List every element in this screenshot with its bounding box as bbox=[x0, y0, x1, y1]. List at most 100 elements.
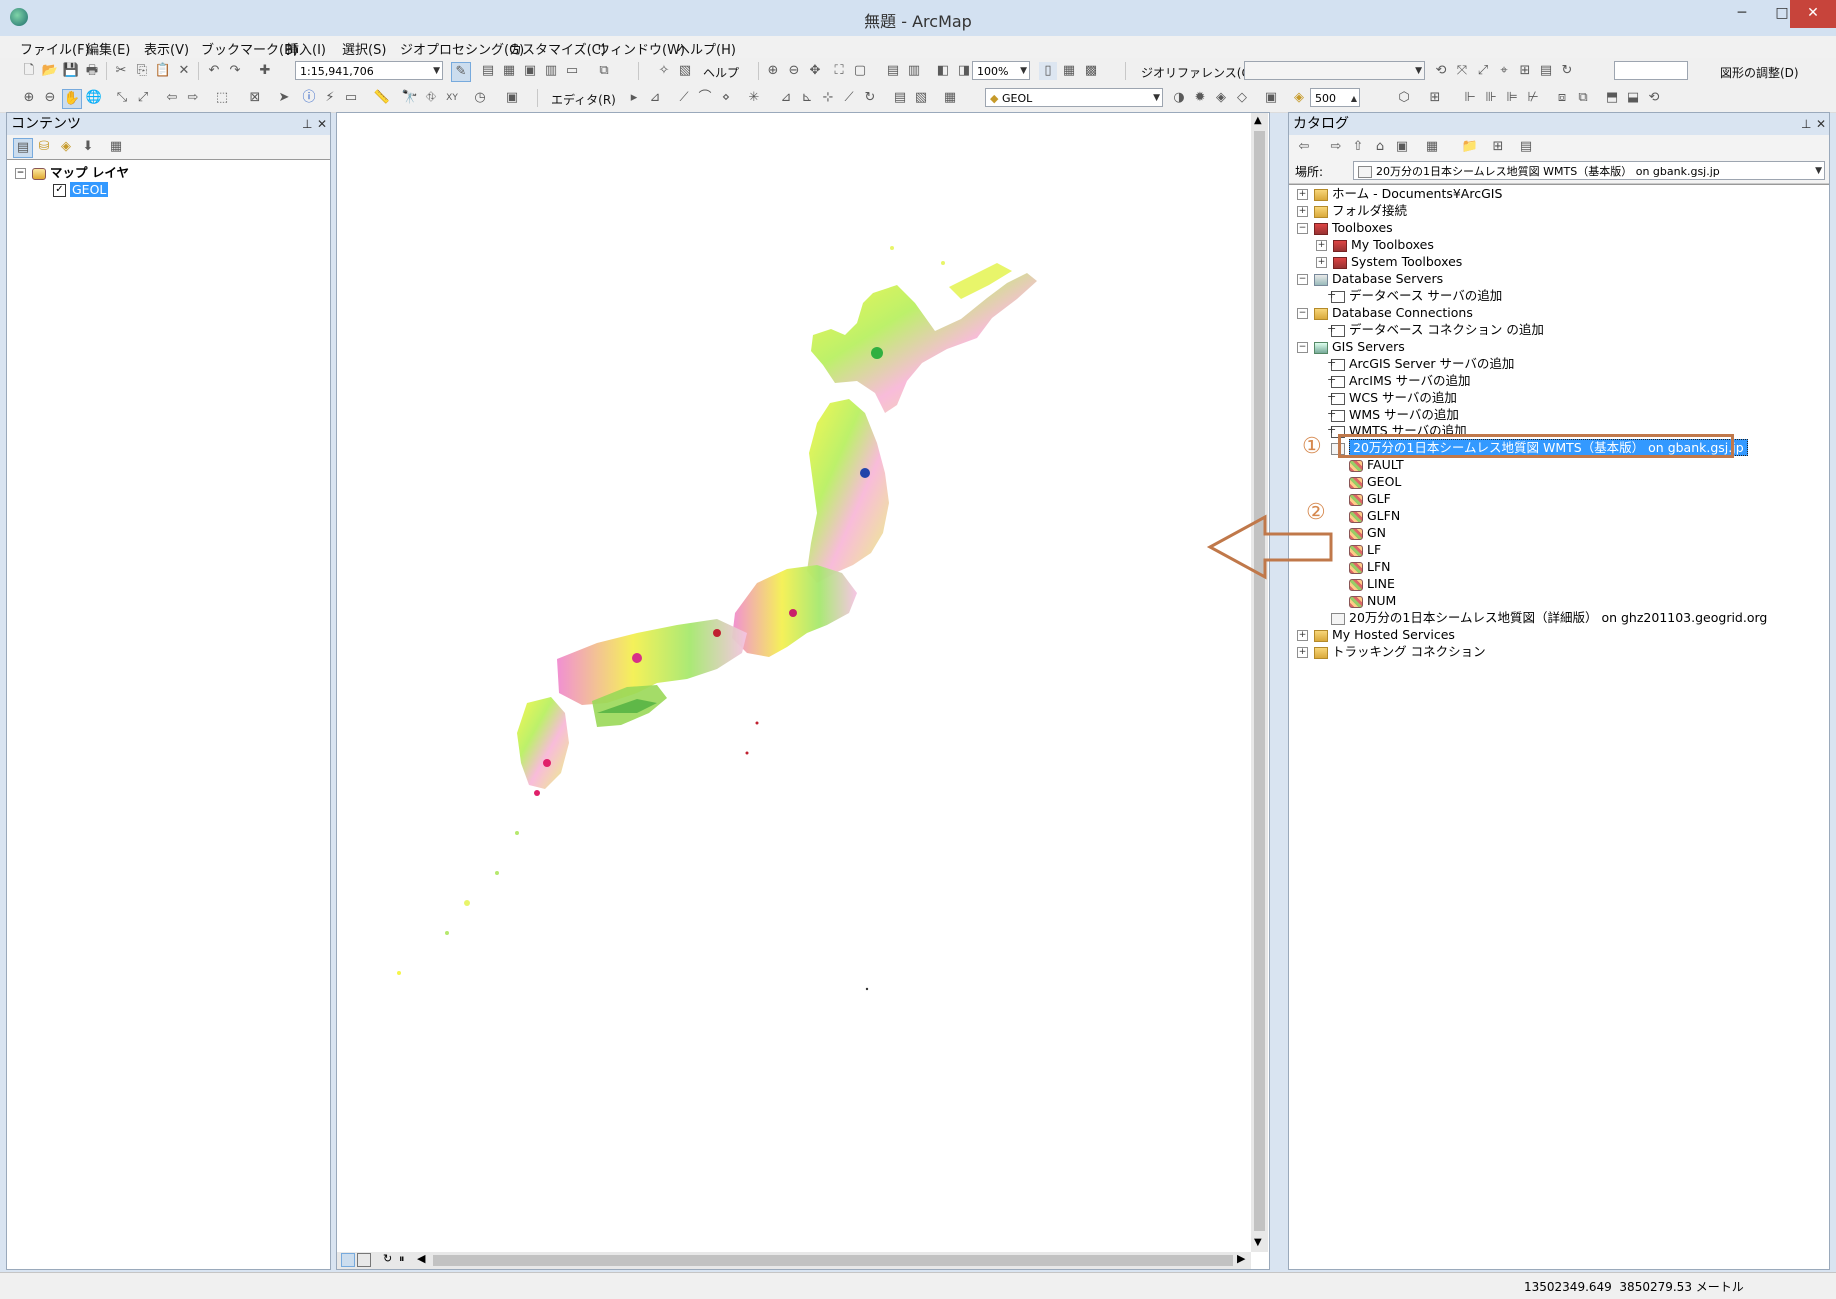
new-document-icon[interactable]: 🗋 bbox=[20, 62, 38, 80]
collapse-icon[interactable]: − bbox=[1297, 274, 1308, 285]
back-extent-icon[interactable]: ⇦ bbox=[163, 89, 181, 107]
catalog-tree-icon[interactable]: ⊞ bbox=[1489, 138, 1507, 156]
layout-zoom-whole-page-icon[interactable]: ▤ bbox=[884, 62, 902, 80]
list-by-visibility-icon[interactable]: ◈ bbox=[57, 138, 75, 156]
catalog-item-add-database-server[interactable]: データベース サーバの追加 bbox=[1327, 286, 1502, 304]
edit-tool-icon[interactable]: ▸ bbox=[625, 89, 643, 107]
layer-visibility-checkbox[interactable]: ✓ bbox=[53, 184, 66, 197]
catalog-forward-icon[interactable]: ⇨ bbox=[1327, 138, 1345, 156]
identify-help-icon[interactable]: ✧ bbox=[655, 62, 673, 80]
expand-icon[interactable]: + bbox=[1297, 630, 1308, 641]
catalog-item-my-hosted-services[interactable]: + My Hosted Services bbox=[1297, 626, 1455, 643]
fixed-zoom-in-icon[interactable]: ⤡ bbox=[113, 89, 131, 107]
python-window-icon[interactable]: ▭ bbox=[563, 62, 581, 80]
menu-view[interactable]: 表示(V) bbox=[144, 39, 189, 58]
sketch-properties-icon[interactable]: ▧ bbox=[912, 89, 930, 107]
catalog-layer-geol[interactable]: GEOL bbox=[1349, 473, 1401, 490]
expand-icon[interactable]: + bbox=[1297, 189, 1308, 200]
order-back-icon[interactable]: ⬓ bbox=[1624, 89, 1642, 107]
toc-layer-geol[interactable]: ✓ GEOL bbox=[53, 181, 109, 198]
catalog-item-add-arcims-server[interactable]: ArcIMS サーバの追加 bbox=[1327, 371, 1471, 389]
minimize-button[interactable]: ─ bbox=[1722, 0, 1762, 28]
trace-icon[interactable]: ⋄ bbox=[717, 89, 735, 107]
list-by-drawing-order-icon[interactable]: ▤ bbox=[13, 138, 33, 158]
cut-icon[interactable]: ✂ bbox=[112, 62, 130, 80]
feature-arrange-icon[interactable]: ⊞ bbox=[1426, 89, 1444, 107]
catalog-item-my-toolboxes[interactable]: + My Toolboxes bbox=[1316, 236, 1434, 253]
new-folder-icon[interactable]: 📁 bbox=[1461, 138, 1479, 156]
layout-zoom-combo[interactable]: 100% ▼ bbox=[972, 61, 1030, 80]
create-features-icon[interactable]: ▦ bbox=[941, 89, 959, 107]
align-center-icon[interactable]: ⊪ bbox=[1482, 89, 1500, 107]
time-slider-icon[interactable]: ◷ bbox=[471, 89, 489, 107]
view-options-icon[interactable]: ▦ bbox=[1423, 138, 1441, 156]
expand-icon[interactable]: + bbox=[1297, 206, 1308, 217]
edit-vertices-icon[interactable]: ⊿ bbox=[777, 89, 795, 107]
zoom-in-icon[interactable]: ⊕ bbox=[20, 89, 38, 107]
shape-adjust-menu[interactable]: 図形の調整(D) bbox=[1720, 64, 1799, 81]
edit-annotation-icon[interactable]: ⊿ bbox=[646, 89, 664, 107]
find-icon[interactable]: 🔭 bbox=[401, 89, 419, 107]
copy-icon[interactable]: ⎘ bbox=[133, 62, 151, 80]
catalog-layer-fault[interactable]: FAULT bbox=[1349, 456, 1404, 473]
catalog-layer-num[interactable]: NUM bbox=[1349, 592, 1396, 609]
order-front-icon[interactable]: ⬒ bbox=[1603, 89, 1621, 107]
scroll-right-icon[interactable]: ▶ bbox=[1237, 1252, 1245, 1265]
flicker-icon[interactable]: ✹ bbox=[1191, 89, 1209, 107]
hyperlink-icon[interactable]: ⚡ bbox=[321, 89, 339, 107]
catalog-window-icon[interactable]: ▦ bbox=[500, 62, 518, 80]
catalog-layer-lf[interactable]: LF bbox=[1349, 541, 1381, 558]
catalog-item-gis-servers[interactable]: − GIS Servers bbox=[1297, 338, 1405, 355]
full-extent-icon[interactable]: 🌐 bbox=[85, 89, 103, 107]
help-label[interactable]: ヘルプ bbox=[703, 64, 739, 81]
select-elements-icon[interactable]: ➤ bbox=[275, 89, 293, 107]
menu-help[interactable]: ヘルプ(H) bbox=[677, 39, 736, 58]
reshape-icon[interactable]: ⊾ bbox=[798, 89, 816, 107]
select-by-rectangle-icon[interactable]: ⬚ bbox=[213, 89, 231, 107]
catalog-item-tracking-connections[interactable]: + トラッキング コネクション bbox=[1297, 643, 1486, 660]
menu-geoprocessing[interactable]: ジオプロセシング(G) bbox=[400, 39, 524, 58]
scroll-up-icon[interactable]: ▲ bbox=[1254, 115, 1262, 126]
layout-fixed-zoom-icon[interactable]: ▢ bbox=[851, 62, 869, 80]
catalog-item-home[interactable]: + ホーム - Documents¥ArcGIS bbox=[1297, 185, 1502, 202]
find-route-icon[interactable]: ⛗ bbox=[422, 89, 440, 107]
align-right-icon[interactable]: ⊫ bbox=[1503, 89, 1521, 107]
redo-icon[interactable]: ↷ bbox=[226, 62, 244, 80]
catalog-item-add-arcgis-server[interactable]: ArcGIS Server サーバの追加 bbox=[1327, 354, 1514, 372]
layout-back-icon[interactable]: ◧ bbox=[934, 62, 952, 80]
layout-view-icon[interactable] bbox=[357, 1253, 371, 1267]
menu-customize[interactable]: カスタマイズ(C) bbox=[509, 39, 606, 58]
layout-forward-icon[interactable]: ◨ bbox=[955, 62, 973, 80]
change-layout-icon[interactable]: ▩ bbox=[1082, 62, 1100, 80]
catalog-close-icon[interactable]: ✕ bbox=[1816, 113, 1826, 135]
map-vertical-scrollbar[interactable]: ▲ ▼ bbox=[1251, 113, 1268, 1252]
scroll-left-icon[interactable]: ◀ bbox=[417, 1252, 425, 1265]
data-frame-tools-icon[interactable]: ▣ bbox=[1262, 89, 1280, 107]
collapse-icon[interactable]: − bbox=[1297, 342, 1308, 353]
expand-icon[interactable]: + bbox=[1316, 257, 1327, 268]
list-by-selection-icon[interactable]: ⬇ bbox=[79, 138, 97, 156]
arctoolbox-icon[interactable]: ▥ bbox=[542, 62, 560, 80]
catalog-item-system-toolboxes[interactable]: + System Toolboxes bbox=[1316, 253, 1462, 270]
value-spinner[interactable]: 500 ▲ bbox=[1310, 88, 1360, 107]
expand-icon[interactable]: + bbox=[1297, 647, 1308, 658]
whats-this-icon[interactable]: ▧ bbox=[676, 62, 694, 80]
georef-layer-combo[interactable]: ▼ bbox=[1244, 61, 1425, 80]
map-vscroll-thumb[interactable] bbox=[1254, 131, 1265, 1231]
catalog-layer-lfn[interactable]: LFN bbox=[1349, 558, 1391, 575]
ungroup-icon[interactable]: ⧉ bbox=[1574, 89, 1592, 107]
editor-menu[interactable]: エディタ(R) bbox=[551, 91, 616, 108]
catalog-item-folder-connections[interactable]: + フォルダ接続 bbox=[1297, 202, 1407, 219]
collapse-icon[interactable]: − bbox=[1297, 308, 1308, 319]
georef-transform-box[interactable] bbox=[1614, 61, 1688, 80]
draw-tools-icon[interactable]: ⬡ bbox=[1395, 89, 1413, 107]
layout-full-extent-icon[interactable]: ⛶ bbox=[830, 62, 848, 80]
map-display[interactable]: ▲ ▼ ↻ ⏸ ◀ ▶ bbox=[336, 112, 1270, 1270]
catalog-layer-glf[interactable]: GLF bbox=[1349, 490, 1391, 507]
menu-edit[interactable]: 編集(E) bbox=[86, 39, 130, 58]
layer-combo[interactable]: ◆ GEOL ▼ bbox=[985, 88, 1163, 107]
pin-icon[interactable]: ⊥ bbox=[302, 113, 312, 135]
pause-icon[interactable]: ⏸ bbox=[399, 1252, 405, 1266]
paste-icon[interactable]: 📋 bbox=[154, 62, 172, 80]
catalog-layer-gn[interactable]: GN bbox=[1349, 524, 1386, 541]
